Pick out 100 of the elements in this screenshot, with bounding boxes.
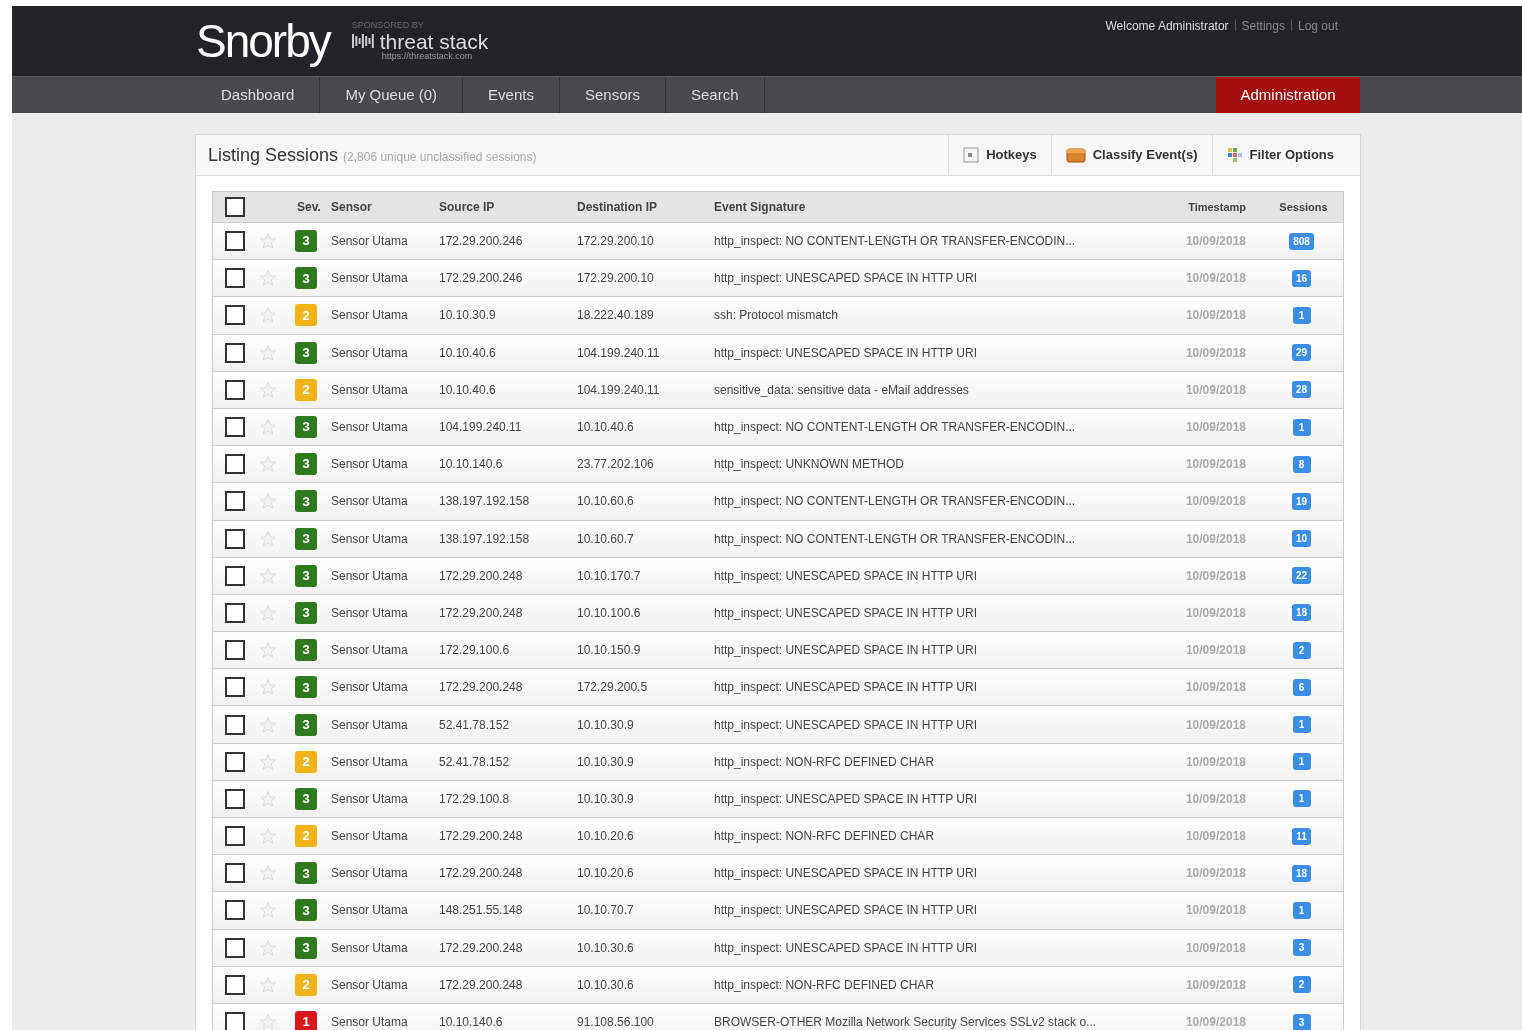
star-icon[interactable] xyxy=(259,901,277,920)
star-icon[interactable] xyxy=(259,455,277,474)
star-icon[interactable] xyxy=(259,529,277,548)
sponsor-url[interactable]: https://threatstack.com xyxy=(351,52,489,61)
table-row[interactable]: 3 Sensor Utama 172.29.200.248 10.10.30.6 http_inspect: UNESCAPED SPACE IN HTTP URI 10/09/2018 3 xyxy=(213,928,1343,966)
table-row[interactable]: 3 Sensor Utama 172.29.200.248 10.10.20.6 http_inspect: UNESCAPED SPACE IN HTTP URI 10/09/2018 18 xyxy=(213,854,1343,892)
checkbox[interactable] xyxy=(225,937,245,958)
star-icon[interactable] xyxy=(259,1013,277,1030)
table-cell-text: Sensor Utama xyxy=(330,233,409,251)
table-row[interactable]: 3 Sensor Utama 172.29.200.248 172.29.200.5 http_inspect: UNESCAPED SPACE IN HTTP URI 10/09/2018 6 xyxy=(213,668,1343,706)
star-icon[interactable] xyxy=(259,827,277,846)
star-icon[interactable] xyxy=(259,232,277,251)
star-icon[interactable] xyxy=(259,715,277,734)
session-count: 1 xyxy=(1292,306,1311,324)
checkbox[interactable] xyxy=(225,751,245,772)
table-cell-text: 138.197.192.158 xyxy=(438,530,531,548)
checkbox[interactable] xyxy=(225,602,245,623)
table-row[interactable]: 3 Sensor Utama 172.29.200.246 172.29.200.10 http_inspect: UNESCAPED SPACE IN HTTP URI 10/09/2018 16 xyxy=(213,259,1343,297)
column-header[interactable]: Event Signature xyxy=(710,198,1165,216)
table-row[interactable]: 2 Sensor Utama 10.10.30.9 18.222.40.189 ssh: Protocol mismatch 10/09/2018 1 xyxy=(213,296,1343,334)
header-link[interactable]: Settings xyxy=(1241,17,1285,35)
checkbox[interactable] xyxy=(225,714,245,735)
table-row[interactable]: 2 Sensor Utama 172.29.200.248 10.10.20.6 http_inspect: NON-RFC DEFINED CHAR 10/09/2018 11 xyxy=(213,817,1343,855)
table-row[interactable]: 3 Sensor Utama 10.10.140.6 23.77.202.106 http_inspect: UNKNOWN METHOD 10/09/2018 8 xyxy=(213,445,1343,483)
column-header[interactable]: Destination IP xyxy=(573,198,710,216)
checkbox[interactable] xyxy=(225,417,245,438)
nav-tab[interactable]: Search xyxy=(666,77,765,113)
checkbox[interactable] xyxy=(225,305,245,326)
star-icon[interactable] xyxy=(259,864,277,883)
checkbox[interactable] xyxy=(225,1012,245,1030)
star-icon[interactable] xyxy=(259,492,277,511)
star-icon[interactable] xyxy=(259,752,277,771)
table-row[interactable]: 3 Sensor Utama 172.29.100.6 10.10.150.9 http_inspect: UNESCAPED SPACE IN HTTP URI 10/09/2018 2 xyxy=(213,631,1343,669)
table-cell-text: 10.10.30.9 xyxy=(576,790,635,808)
star-icon[interactable] xyxy=(259,418,277,437)
column-header[interactable]: Sev. xyxy=(287,198,327,216)
table-row[interactable]: 3 Sensor Utama 10.10.40.6 104.199.240.11 http_inspect: UNESCAPED SPACE IN HTTP URI 10/09/2018 29 xyxy=(213,333,1343,371)
toolbar-button[interactable]: Classify Event(s) xyxy=(1050,135,1212,175)
checkbox[interactable] xyxy=(225,640,245,661)
checkbox[interactable] xyxy=(225,197,245,217)
checkbox[interactable] xyxy=(225,268,245,289)
logo[interactable]: Snorby xyxy=(196,6,330,76)
table-row[interactable]: 2 Sensor Utama 172.29.200.248 10.10.30.6 http_inspect: NON-RFC DEFINED CHAR 10/09/2018 2 xyxy=(213,965,1343,1003)
header-link[interactable]: Log out xyxy=(1297,17,1338,35)
table-row[interactable]: 1 Sensor Utama 10.10.140.6 91.108.56.100 BROWSER-OTHER Mozilla Network Security Services SSLv2 stack o... 10/09/2018 3 xyxy=(213,1002,1343,1030)
star-icon[interactable] xyxy=(259,380,277,399)
checkbox[interactable] xyxy=(225,528,245,549)
table-row[interactable]: 3 Sensor Utama 172.29.200.248 10.10.170.7 http_inspect: UNESCAPED SPACE IN HTTP URI 10/09/2018 22 xyxy=(213,556,1343,594)
toolbar-button[interactable]: Filter Options xyxy=(1211,135,1348,175)
checkbox[interactable] xyxy=(225,974,245,995)
nav-tab[interactable]: Sensors xyxy=(559,77,666,113)
checkbox[interactable] xyxy=(225,900,245,921)
checkbox[interactable] xyxy=(225,677,245,698)
checkbox[interactable] xyxy=(225,863,245,884)
column-header[interactable]: Timestamp xyxy=(1165,198,1260,216)
severity-badge: 3 xyxy=(295,639,317,662)
table-cell-text: 172.29.200.246 xyxy=(438,270,524,288)
star-icon[interactable] xyxy=(259,343,277,362)
table-row[interactable]: 3 Sensor Utama 104.199.240.11 10.10.40.6 http_inspect: NO CONTENT-LENGTH OR TRANSFER-ENCODIN... 10/09/2018 1 xyxy=(213,407,1343,446)
table-row[interactable]: 3 Sensor Utama 138.197.192.158 10.10.60.7 http_inspect: NO CONTENT-LENGTH OR TRANSFER-ENCODIN... 10/09/2018 10 xyxy=(213,519,1343,557)
table-row[interactable]: 3 Sensor Utama 172.29.200.246 172.29.200.10 http_inspect: NO CONTENT-LENGTH OR TRANSFER-ENCODIN... 10/09/2018 808 xyxy=(213,222,1343,260)
table-row[interactable]: 3 Sensor Utama 138.197.192.158 10.10.60.6 http_inspect: NO CONTENT-LENGTH OR TRANSFER-ENCODIN... 10/09/2018 19 xyxy=(213,482,1343,520)
checkbox[interactable] xyxy=(225,788,245,809)
table-cell-text: Sensor Utama xyxy=(330,419,409,437)
nav-tab[interactable]: Events xyxy=(463,77,560,113)
star-icon[interactable] xyxy=(259,938,277,957)
table-cell-text: 10/09/2018 xyxy=(1184,567,1247,585)
table-row[interactable]: 3 Sensor Utama 172.29.200.248 10.10.100.6 http_inspect: UNESCAPED SPACE IN HTTP URI 10/09/2018 18 xyxy=(213,593,1343,632)
star-icon[interactable] xyxy=(259,975,277,994)
table-row[interactable]: 3 Sensor Utama 172.29.100.8 10.10.30.9 http_inspect: UNESCAPED SPACE IN HTTP URI 10/09/2018 1 xyxy=(213,779,1343,817)
column-header[interactable]: Sensor xyxy=(327,198,435,216)
checkbox[interactable] xyxy=(225,826,245,847)
star-icon[interactable] xyxy=(259,603,277,622)
checkbox[interactable] xyxy=(225,231,245,252)
nav-tab[interactable]: My Queue (0) xyxy=(320,77,464,113)
checkbox[interactable] xyxy=(225,342,245,363)
severity-badge: 3 xyxy=(295,527,317,550)
column-header[interactable]: Source IP xyxy=(435,198,573,216)
checkbox[interactable] xyxy=(225,491,245,512)
checkbox[interactable] xyxy=(225,454,245,475)
table-cell-text: 104.199.240.11 xyxy=(576,381,661,399)
table-row[interactable]: 3 Sensor Utama 52.41.78.152 10.10.30.9 http_inspect: UNESCAPED SPACE IN HTTP URI 10/09/2018 1 xyxy=(213,705,1343,743)
table-cell-text: Sensor Utama xyxy=(330,976,409,994)
star-icon[interactable] xyxy=(259,566,277,585)
checkbox[interactable] xyxy=(225,379,245,400)
checkbox[interactable] xyxy=(225,565,245,586)
star-icon[interactable] xyxy=(259,789,277,808)
nav-tab[interactable]: Dashboard xyxy=(196,77,321,113)
star-icon[interactable] xyxy=(259,306,277,325)
column-header[interactable]: Sessions xyxy=(1260,198,1343,216)
toolbar-button[interactable]: Hotkeys xyxy=(948,135,1051,175)
table-cell-text: http_inspect: NON-RFC DEFINED CHAR xyxy=(713,828,936,846)
table-row[interactable]: 2 Sensor Utama 10.10.40.6 104.199.240.11 sensitive_data: sensitive data - eMail addresses 10/09/2018 28 xyxy=(213,370,1343,408)
table-row[interactable]: 2 Sensor Utama 52.41.78.152 10.10.30.9 http_inspect: NON-RFC DEFINED CHAR 10/09/2018 1 xyxy=(213,742,1343,780)
star-icon[interactable] xyxy=(259,641,277,660)
table-row[interactable]: 3 Sensor Utama 148.251.55.148 10.10.70.7 http_inspect: UNESCAPED SPACE IN HTTP URI 10/09/2018 1 xyxy=(213,891,1343,929)
table-cell-text: http_inspect: UNESCAPED SPACE IN HTTP URI xyxy=(713,679,978,697)
star-icon[interactable] xyxy=(259,269,277,288)
star-icon[interactable] xyxy=(259,678,277,697)
table-cell-text: http_inspect: UNESCAPED SPACE IN HTTP URI xyxy=(713,604,978,622)
